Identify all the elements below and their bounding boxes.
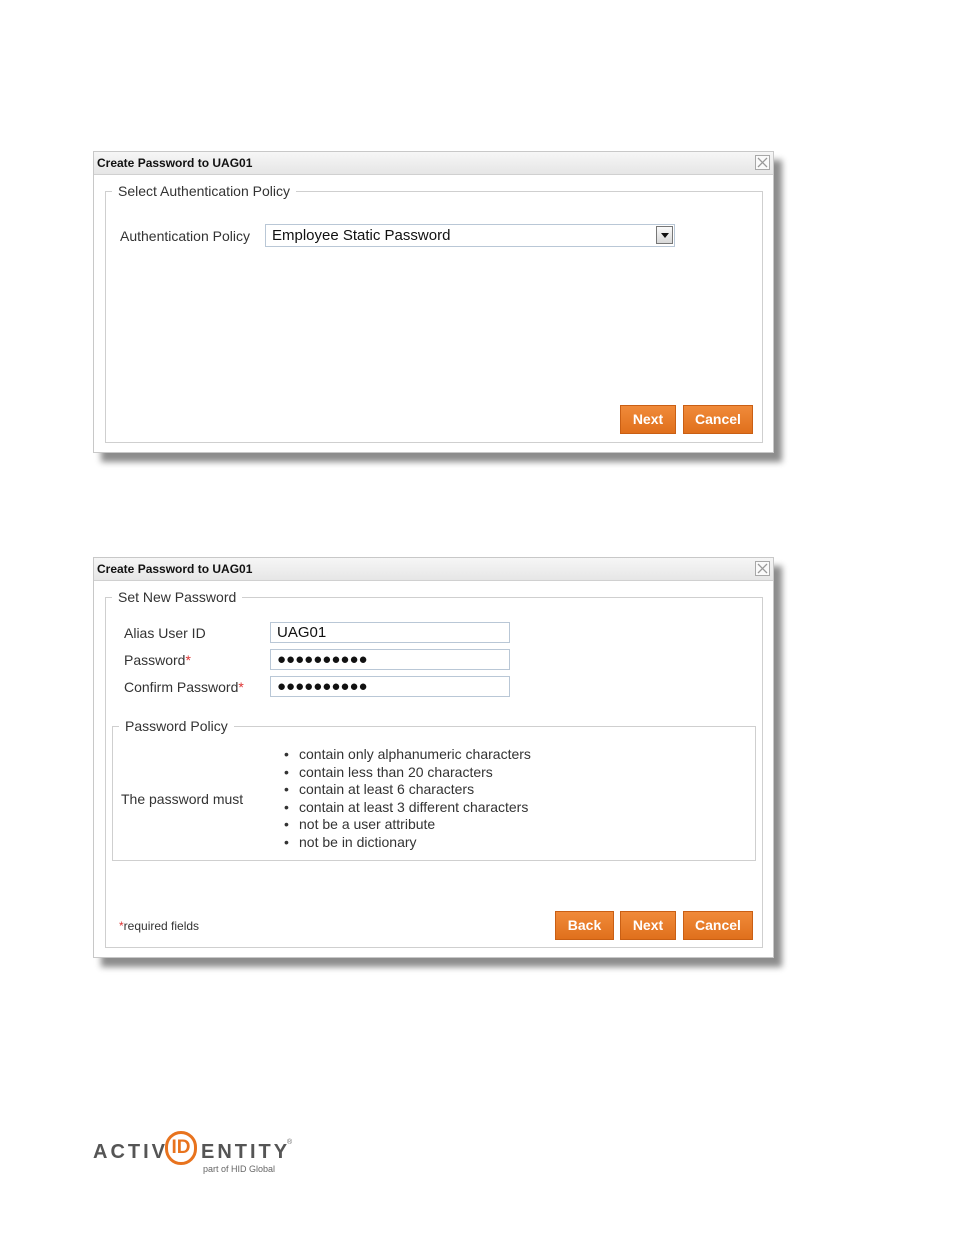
cancel-button[interactable]: Cancel	[683, 911, 753, 940]
back-button[interactable]: Back	[555, 911, 614, 940]
policy-rule: contain only alphanumeric characters	[284, 746, 531, 764]
password-field[interactable]: ●●●●●●●●●●	[270, 649, 510, 670]
chevron-down-icon[interactable]	[656, 226, 673, 244]
authentication-policy-label: Authentication Policy	[120, 228, 250, 244]
set-password-dialog: Create Password to UAG01 Set New Passwor…	[93, 557, 774, 958]
dialog-titlebar: Create Password to UAG01	[94, 558, 773, 581]
alias-user-id-field[interactable]: UAG01	[270, 622, 510, 643]
confirm-password-label-text: Confirm Password	[124, 679, 239, 695]
next-button[interactable]: Next	[620, 405, 676, 434]
policy-rule: contain at least 3 different characters	[284, 799, 531, 817]
password-policy-legend: Password Policy	[125, 718, 228, 734]
alias-user-id-label: Alias User ID	[124, 625, 206, 641]
close-icon[interactable]	[755, 155, 770, 170]
dialog-title: Create Password to UAG01	[97, 562, 253, 576]
cancel-button[interactable]: Cancel	[683, 405, 753, 434]
logo-tagline: part of HID Global	[203, 1164, 276, 1174]
dialog-titlebar: Create Password to UAG01	[94, 152, 773, 175]
confirm-password-label: Confirm Password*	[124, 679, 244, 695]
required-fields-text: required fields	[123, 919, 200, 933]
next-button[interactable]: Next	[620, 911, 676, 940]
select-policy-dialog: Create Password to UAG01 Select Authenti…	[93, 151, 774, 453]
confirm-password-field[interactable]: ●●●●●●●●●●	[270, 676, 510, 697]
fieldset-legend: Select Authentication Policy	[118, 183, 290, 199]
logo-word-right: ENTITY	[201, 1141, 291, 1163]
actividentity-logo: ACTIV ID ENTITY ® part of HID Global	[93, 1131, 293, 1177]
required-asterisk: *	[238, 679, 244, 695]
logo-registered-mark: ®	[287, 1139, 293, 1146]
password-policy-intro: The password must	[121, 791, 244, 807]
policy-rule: not be in dictionary	[284, 834, 531, 852]
fieldset-legend: Set New Password	[118, 589, 237, 605]
policy-rule: not be a user attribute	[284, 816, 531, 834]
required-asterisk: *	[185, 652, 191, 668]
policy-rule: contain at least 6 characters	[284, 781, 531, 799]
policy-rule: contain less than 20 characters	[284, 764, 531, 782]
close-icon[interactable]	[755, 561, 770, 576]
password-label-text: Password	[124, 652, 186, 668]
logo-id-mark: ID	[165, 1131, 197, 1165]
authentication-policy-select[interactable]: Employee Static Password	[265, 224, 675, 247]
authentication-policy-fieldset: Select Authentication Policy	[105, 183, 763, 443]
password-policy-rules: contain only alphanumeric characters con…	[284, 746, 531, 852]
logo-word-left: ACTIV	[93, 1141, 168, 1163]
required-fields-note: *required fields	[119, 919, 199, 933]
password-label: Password*	[124, 652, 191, 668]
dialog-title: Create Password to UAG01	[97, 156, 253, 170]
selected-policy-value: Employee Static Password	[272, 227, 451, 244]
